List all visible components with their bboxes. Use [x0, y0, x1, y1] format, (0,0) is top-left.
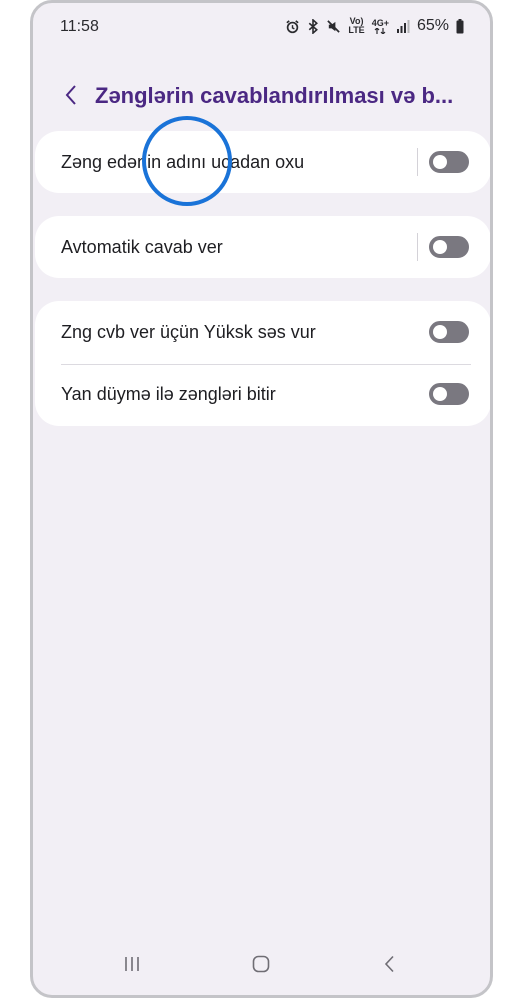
setting-label: Zəng edənin adını ucadan oxu	[61, 151, 305, 172]
volume-up-answer-toggle[interactable]	[429, 321, 469, 343]
home-button[interactable]	[241, 949, 281, 979]
row-separator	[417, 233, 418, 261]
card-read-caller-name: Zəng edənin adını ucadan oxu	[35, 131, 490, 193]
back-button[interactable]	[59, 83, 83, 107]
setting-row-side-key-end[interactable]: Yan düymə ilə zəngləri bitir	[35, 363, 490, 425]
alarm-icon	[285, 19, 300, 34]
status-time: 11:58	[60, 18, 99, 35]
toggle-knob	[433, 155, 447, 169]
header: Zənglərin cavablandırılması və b...	[33, 73, 490, 117]
toggle-knob	[433, 325, 447, 339]
chevron-left-icon	[65, 85, 76, 105]
battery-percent: 65%	[416, 17, 449, 34]
status-icons: Vo) LTE 4G+ 65%	[285, 17, 464, 35]
navigation-bar	[33, 935, 490, 995]
toggle-knob	[433, 387, 447, 401]
status-bar: 11:58 Vo) LTE 4G+ 65%	[33, 3, 490, 49]
page-title: Zənglərin cavablandırılması və b...	[95, 83, 454, 108]
bluetooth-icon	[307, 18, 319, 34]
toggle-knob	[433, 240, 447, 254]
read-caller-name-toggle[interactable]	[429, 151, 469, 173]
back-icon	[384, 955, 394, 973]
setting-row-auto-answer[interactable]: Avtomatik cavab ver	[35, 216, 490, 278]
nav-back-button[interactable]	[370, 949, 410, 979]
volte-icon: Vo) LTE	[348, 17, 364, 35]
setting-label: Avtomatik cavab ver	[61, 236, 223, 257]
setting-label: Zng cvb ver üçün Yüksk səs vur	[61, 321, 316, 342]
card-call-keys: Zng cvb ver üçün Yüksk səs vur Yan düymə…	[35, 301, 490, 426]
network-type-label: 4G+	[371, 17, 389, 28]
recents-button[interactable]	[112, 949, 152, 979]
recents-icon	[125, 957, 139, 971]
auto-answer-toggle[interactable]	[429, 236, 469, 258]
row-separator	[417, 148, 418, 176]
signal-icon	[396, 19, 410, 33]
setting-row-volume-up-answer[interactable]: Zng cvb ver üçün Yüksk səs vur	[35, 301, 490, 363]
setting-row-read-caller-name[interactable]: Zəng edənin adını ucadan oxu	[35, 131, 490, 193]
home-icon	[252, 955, 270, 973]
side-key-end-toggle[interactable]	[429, 383, 469, 405]
battery-icon	[456, 18, 464, 34]
setting-label: Yan düymə ilə zəngləri bitir	[61, 383, 276, 404]
4g-icon: 4G+	[371, 17, 389, 34]
card-auto-answer: Avtomatik cavab ver	[35, 216, 490, 278]
phone-frame: 11:58 Vo) LTE 4G+ 65% Zənglərin cavablan…	[30, 0, 493, 998]
volte-bottom-label: LTE	[348, 25, 365, 35]
mute-icon	[326, 19, 341, 34]
